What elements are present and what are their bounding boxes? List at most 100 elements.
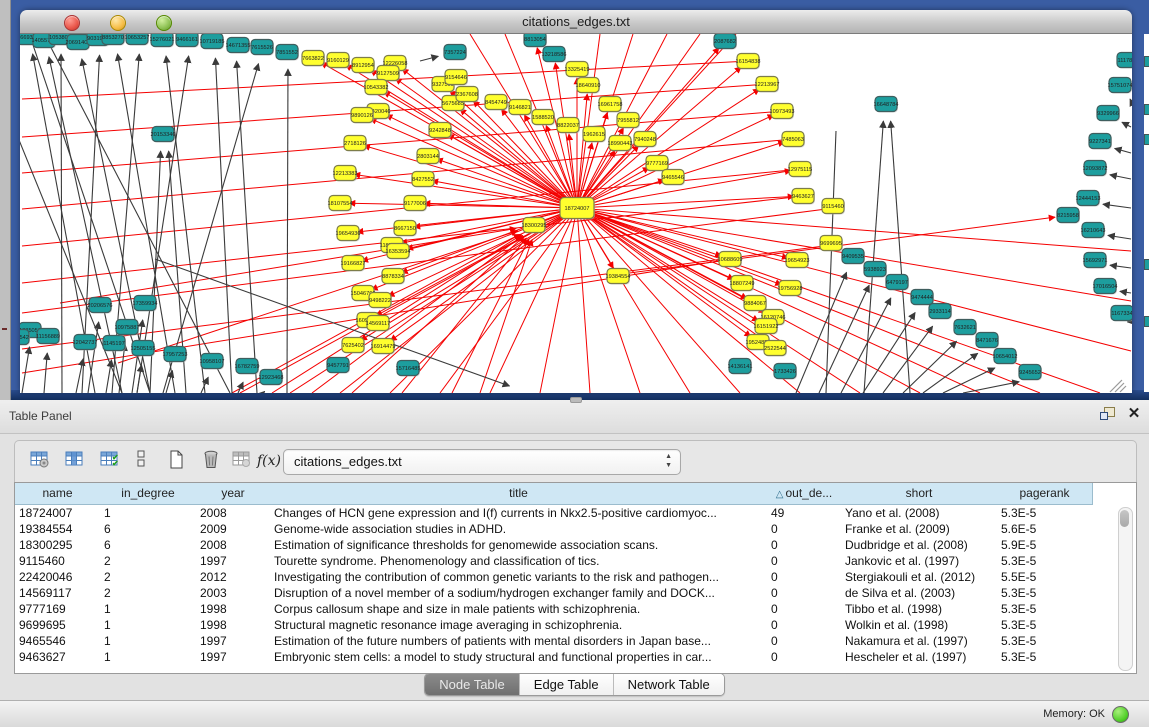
network-node[interactable]: 12213967 (755, 77, 780, 93)
network-node[interactable]: 9154646 (445, 70, 468, 86)
table-row[interactable]: 1872400712008Changes of HCN gene express… (15, 505, 1119, 521)
network-node[interactable]: 16914479 (371, 339, 396, 355)
network-node[interactable]: 16782759 (235, 359, 260, 375)
network-edge[interactable] (577, 208, 740, 393)
table-cell[interactable]: 2003 (196, 585, 270, 601)
network-node[interactable]: 10973493 (770, 104, 795, 120)
table-row[interactable]: 1456911722003Disruption of a novel membe… (15, 585, 1119, 601)
table-cell[interactable]: 1 (100, 633, 196, 649)
network-edge[interactable] (577, 34, 600, 208)
network-node[interactable]: 10719185 (200, 34, 225, 50)
table-cell[interactable]: 5.3E-5 (997, 553, 1092, 569)
network-node[interactable]: 18990443 (608, 136, 633, 152)
divider-handle[interactable] (570, 397, 582, 403)
table-cell[interactable]: 2 (100, 553, 196, 569)
network-node[interactable]: 15276021 (150, 34, 175, 48)
network-node[interactable]: 7625402 (342, 338, 365, 354)
table-cell[interactable]: Estimation of the future numbers of pati… (270, 633, 767, 649)
network-node[interactable]: 10688609 (718, 252, 743, 268)
vertical-scrollbar[interactable] (1118, 507, 1133, 671)
table-cell[interactable]: Embryonic stem cells: a model to study s… (270, 649, 767, 665)
table-cell[interactable]: 5.3E-5 (997, 585, 1092, 601)
table-cell[interactable]: 5.6E-5 (997, 521, 1092, 537)
table-cell[interactable]: 2012 (196, 569, 270, 585)
table-cell[interactable]: 2009 (196, 521, 270, 537)
network-node[interactable]: 14569117 (366, 316, 390, 332)
network-node[interactable]: 20153346 (151, 127, 176, 143)
table-cell[interactable]: Franke et al. (2009) (841, 521, 997, 537)
network-node[interactable]: 10653257 (125, 34, 150, 46)
network-node[interactable]: 9466161 (176, 34, 199, 48)
table-cell[interactable]: 5.3E-5 (997, 601, 1092, 617)
network-node[interactable]: 18107554 (328, 196, 353, 212)
network-edge[interactable] (150, 151, 161, 393)
network-node[interactable]: 7955812 (617, 113, 640, 129)
tab-node-table[interactable]: Node Table (425, 674, 520, 695)
table-column-icon[interactable] (62, 448, 88, 474)
network-edge[interactable] (577, 115, 774, 208)
network-node[interactable]: 9457791 (327, 358, 350, 374)
column-pair-icon[interactable] (128, 448, 154, 474)
network-edge[interactable] (1108, 235, 1131, 239)
network-node[interactable]: 9463627 (792, 189, 815, 205)
table-row[interactable]: 2242004622012Investigating the contribut… (15, 569, 1119, 585)
network-node[interactable]: 18640910 (576, 78, 601, 94)
network-node[interactable]: 13325419 (565, 62, 590, 78)
table-cell[interactable]: 5.3E-5 (997, 617, 1092, 633)
network-node[interactable]: 8853270 (102, 34, 125, 46)
table-cell[interactable]: 9465546 (15, 633, 100, 649)
network-node[interactable]: 16648784 (874, 97, 899, 113)
network-node[interactable]: 8878334 (382, 269, 405, 285)
network-edge[interactable] (420, 56, 438, 61)
network-edge[interactable] (1110, 175, 1131, 179)
column-header-short[interactable]: short (841, 483, 998, 505)
network-node[interactable]: 9498222 (369, 293, 392, 309)
network-edge[interactable] (106, 360, 112, 393)
table-cell[interactable]: 1 (100, 617, 196, 633)
table-cell[interactable]: 49 (767, 505, 841, 521)
table-cell[interactable]: 14569117 (15, 585, 100, 601)
network-edge[interactable] (841, 298, 891, 393)
close-panel-icon[interactable]: ✕ (1127, 406, 1141, 422)
network-edge[interactable] (796, 272, 847, 393)
network-edge[interactable] (287, 69, 288, 393)
network-edge[interactable] (166, 56, 205, 393)
network-node[interactable]: 16210643 (1081, 223, 1106, 239)
network-node[interactable]: 18807249 (730, 276, 755, 292)
network-node[interactable]: 17957253 (163, 347, 188, 363)
network-canvas[interactable]: 1669304140557171053809206914069031947885… (20, 34, 1132, 393)
network-node[interactable]: 12975115 (788, 162, 812, 178)
table-cell[interactable]: Structural magnetic resonance image aver… (270, 617, 767, 633)
network-node[interactable]: 15716485 (396, 361, 421, 377)
network-node[interactable]: 10958107 (200, 354, 225, 370)
network-edge[interactable] (388, 208, 577, 296)
network-node[interactable]: 18300295 (522, 218, 547, 234)
table-cell[interactable]: 1997 (196, 633, 270, 649)
network-node[interactable]: 20206576 (88, 298, 113, 314)
network-node[interactable]: 16154838 (736, 54, 761, 70)
network-node[interactable]: 1117834 (1117, 53, 1132, 69)
table-select-dropdown[interactable]: citations_edges.txt ▲▼ (283, 449, 681, 475)
network-edge[interactable] (44, 353, 47, 393)
table-cell[interactable]: 2 (100, 569, 196, 585)
network-node[interactable]: 2087682 (714, 34, 737, 50)
network-node[interactable]: 10654012 (993, 349, 1018, 365)
network-node[interactable]: 1167334 (1111, 306, 1132, 322)
table-cell[interactable]: Tibbo et al. (1998) (841, 601, 997, 617)
network-edge[interactable] (1122, 122, 1131, 127)
network-edge[interactable] (1120, 291, 1131, 293)
table-cell[interactable]: Wolkin et al. (1998) (841, 617, 997, 633)
network-node[interactable]: 9227341 (1089, 134, 1112, 150)
window-titlebar[interactable]: citations_edges.txt (20, 10, 1132, 34)
network-edge[interactable] (943, 368, 995, 393)
table-row[interactable]: 911546021997Tourette syndrome. Phenomeno… (15, 553, 1119, 569)
network-edge[interactable] (963, 382, 1019, 393)
network-node[interactable]: 12444153 (1076, 191, 1101, 207)
network-node[interactable]: 12213383 (333, 166, 358, 182)
table-cell[interactable]: Disruption of a novel member of a sodium… (270, 585, 767, 601)
table-cell[interactable]: Nakamura et al. (1997) (841, 633, 997, 649)
network-edge[interactable] (22, 347, 30, 393)
network-node[interactable]: 9699695 (820, 236, 843, 252)
network-node[interactable]: 9884067 (744, 296, 767, 312)
network-node[interactable]: 8427552 (412, 172, 435, 188)
